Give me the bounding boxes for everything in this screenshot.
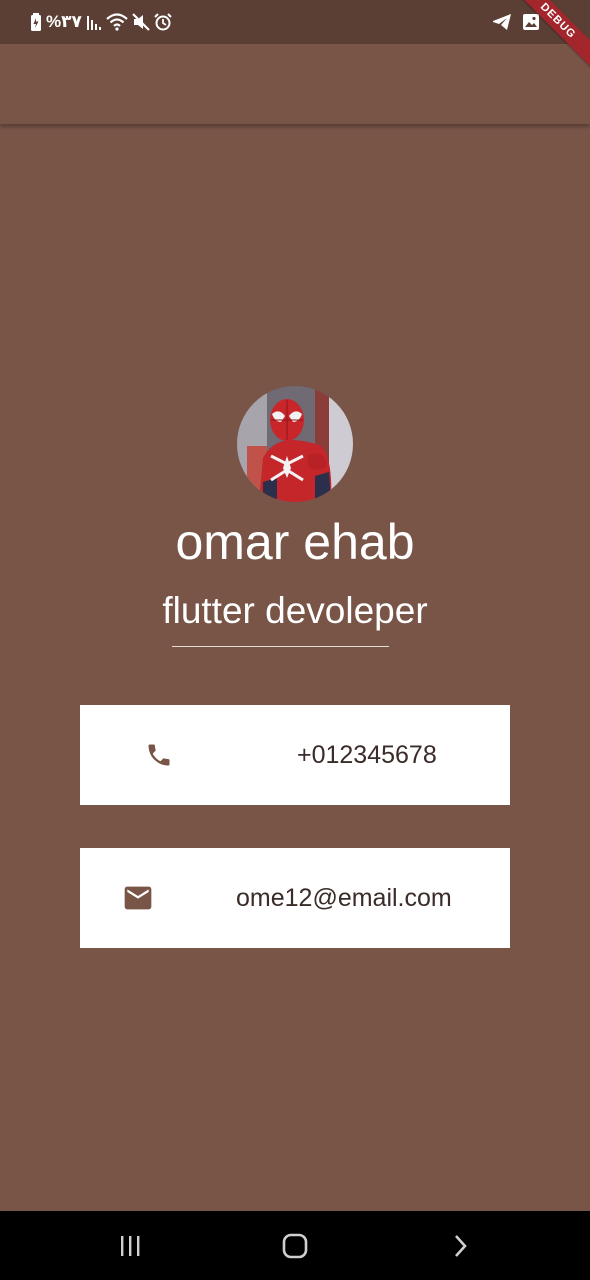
status-left-group: %٣٧ (30, 9, 172, 35)
phone-card[interactable]: +012345678 (80, 705, 510, 805)
avatar (237, 386, 353, 502)
profile-name: omar ehab (175, 514, 415, 570)
wifi-icon (106, 13, 128, 31)
signal-icon (86, 14, 102, 30)
recent-apps-icon[interactable] (115, 1233, 145, 1259)
telegram-icon (492, 13, 512, 31)
home-icon[interactable] (280, 1233, 310, 1259)
battery-percent: %٣٧ (46, 12, 82, 31)
status-right-group (492, 9, 540, 35)
profile-title: flutter devoleper (162, 590, 428, 631)
battery-saver-icon (30, 13, 42, 31)
divider (172, 646, 389, 647)
mute-icon (132, 13, 150, 31)
email-address: ome12@email.com (236, 884, 452, 912)
status-bar: %٣٧ (0, 0, 590, 44)
navigation-bar (0, 1211, 590, 1280)
avatar-image (237, 386, 353, 502)
email-card[interactable]: ome12@email.com (80, 848, 510, 948)
gallery-icon (522, 13, 540, 31)
phone-icon (145, 741, 173, 774)
alarm-icon (154, 13, 172, 31)
phone-number: +012345678 (297, 741, 437, 769)
email-icon (122, 884, 154, 917)
back-icon[interactable] (445, 1233, 475, 1259)
app-bar (0, 44, 590, 124)
